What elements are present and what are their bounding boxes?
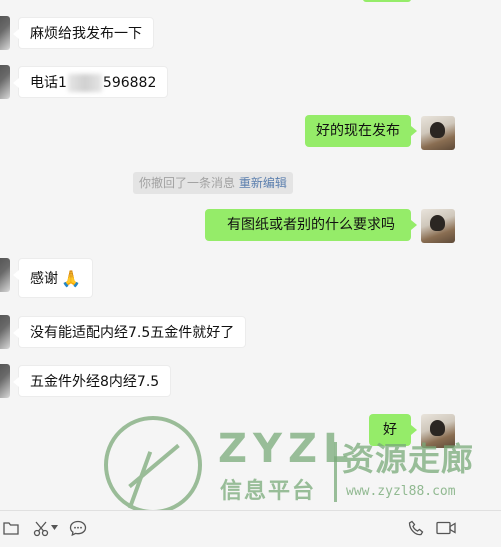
message-row: 电话1 596882: [0, 65, 501, 99]
video-call-icon[interactable]: [436, 520, 457, 536]
scissors-icon[interactable]: [33, 520, 50, 537]
message-text: 好: [383, 422, 397, 438]
message-text: 五金件外经8内经7.5: [30, 374, 160, 390]
chat-area: 麻烦给我发布一下 电话1 596882 好的现在发布 你撤回了一条消息 重新编辑 …: [0, 0, 501, 510]
watermark-sub: 信息平台: [220, 479, 317, 504]
message-bubble-incoming[interactable]: 没有能适配内经7.5五金件就好了: [12, 316, 247, 348]
message-row: 好的现在发布: [0, 114, 501, 150]
message-text: 好的现在发布: [316, 123, 400, 139]
contact-avatar[interactable]: [0, 364, 10, 398]
message-bubble-incoming[interactable]: 电话1 596882: [12, 66, 169, 98]
contact-avatar[interactable]: [0, 65, 10, 99]
message-row: 有图纸或者别的什么要求吗: [0, 208, 501, 244]
contact-avatar[interactable]: [0, 16, 10, 50]
partial-outgoing-bubble: [363, 0, 411, 2]
message-text: 没有能适配内经7.5五金件就好了: [30, 325, 235, 341]
praying-hands-icon: 🙏: [61, 269, 81, 288]
message-text: 感谢: [30, 271, 58, 287]
message-bubble-incoming[interactable]: 麻烦给我发布一下: [13, 17, 154, 49]
message-row: 麻烦给我发布一下: [0, 16, 501, 50]
contact-avatar[interactable]: [0, 315, 10, 349]
my-avatar[interactable]: [421, 209, 455, 243]
message-bubble-outgoing[interactable]: 好: [369, 414, 417, 446]
message-bubble-incoming[interactable]: 感谢 🙏: [13, 258, 93, 298]
phone-icon[interactable]: [408, 520, 425, 537]
message-bubble-outgoing[interactable]: 好的现在发布: [305, 115, 417, 147]
message-text-suffix: 596882: [102, 75, 157, 91]
contact-avatar[interactable]: [0, 258, 10, 292]
input-toolbar: [0, 510, 501, 547]
message-text: 有图纸或者别的什么要求吗: [227, 217, 395, 233]
message-row: 五金件外经8内经7.5: [0, 364, 501, 398]
message-row: 好: [0, 412, 501, 448]
chevron-down-icon[interactable]: [51, 525, 58, 530]
message-bubble-outgoing[interactable]: 有图纸或者别的什么要求吗: [205, 209, 417, 241]
message-row: 感谢 🙏: [0, 258, 501, 300]
watermark-url: www.zyzl88.com: [346, 484, 456, 499]
recall-text: 你撤回了一条消息: [139, 176, 236, 190]
watermark-divider: [334, 442, 337, 502]
redacted-digits: [67, 74, 102, 92]
recall-notice: 你撤回了一条消息 重新编辑: [133, 172, 293, 194]
my-avatar[interactable]: [421, 116, 455, 150]
message-text: 麻烦给我发布一下: [30, 26, 142, 42]
re-edit-link[interactable]: 重新编辑: [239, 176, 287, 190]
folder-icon[interactable]: [3, 520, 19, 536]
chat-bubble-icon[interactable]: [69, 520, 87, 537]
my-avatar[interactable]: [421, 414, 455, 448]
message-row: 没有能适配内经7.5五金件就好了: [0, 315, 501, 349]
message-bubble-incoming[interactable]: 五金件外经8内经7.5: [12, 365, 172, 397]
message-text-prefix: 电话1: [30, 75, 67, 91]
